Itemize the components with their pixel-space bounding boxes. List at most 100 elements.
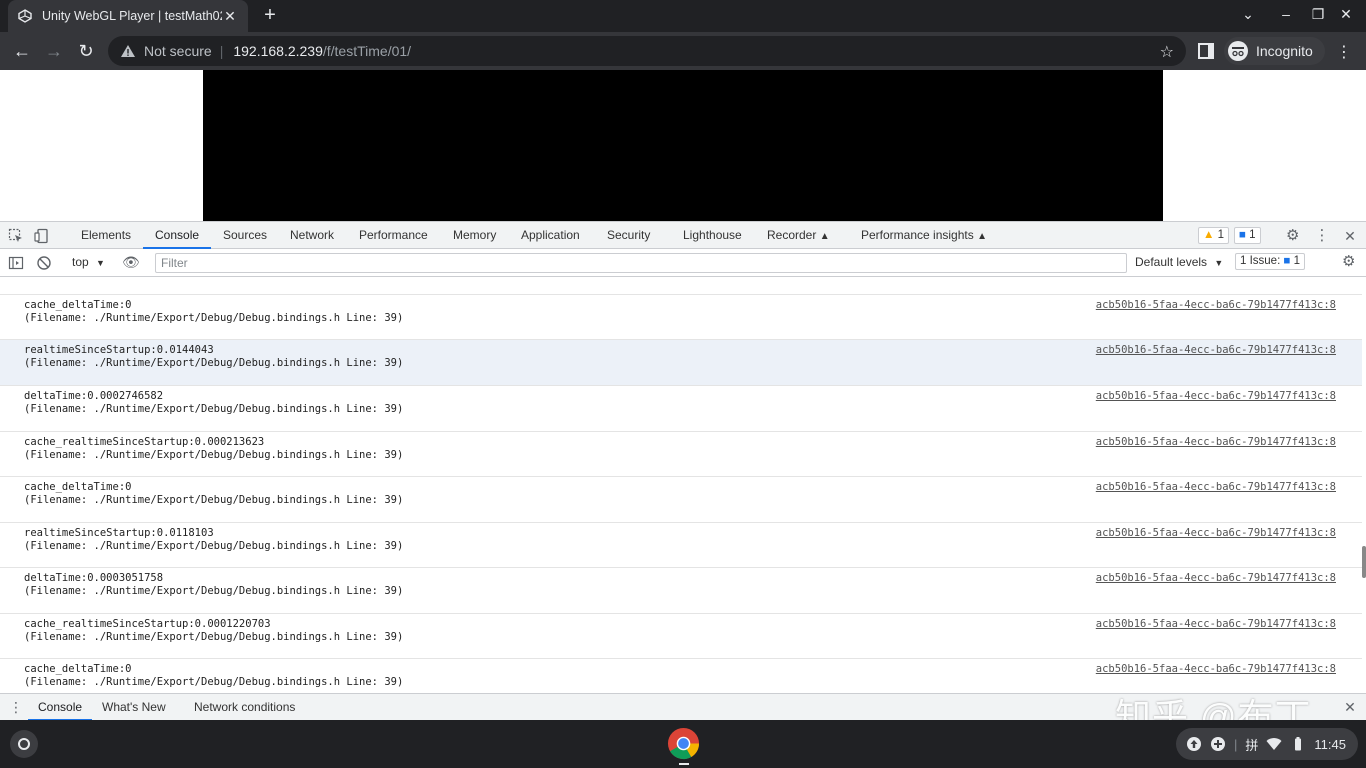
chrome-menu-icon[interactable]: ⋮: [1336, 42, 1352, 62]
message-count-badge[interactable]: ■ 1: [1234, 227, 1261, 244]
console-message[interactable]: deltaTime:0.0003051758 (Filename: ./Runt…: [0, 567, 1362, 613]
message-count: 1: [1249, 229, 1256, 241]
message-source-link[interactable]: acb50b16-5faa-4ecc-ba6c-79b1477f413c:8: [1096, 390, 1336, 402]
inspect-element-icon[interactable]: [8, 228, 24, 244]
message-icon: ■: [1239, 229, 1246, 241]
log-levels-dropdown[interactable]: Default levels ▼: [1135, 255, 1223, 269]
issues-count: 1: [1293, 255, 1301, 267]
console-message[interactable]: deltaTime:0.0002746582 (Filename: ./Runt…: [0, 385, 1362, 431]
message-source-link[interactable]: acb50b16-5faa-4ecc-ba6c-79b1477f413c:8: [1096, 436, 1336, 448]
back-arrow-icon[interactable]: ←: [12, 41, 32, 61]
profile-label: Incognito: [1256, 43, 1313, 59]
console-settings-gear-icon[interactable]: ⚙: [1342, 254, 1358, 270]
upload-arrow-icon: [1186, 736, 1202, 752]
message-source-link[interactable]: acb50b16-5faa-4ecc-ba6c-79b1477f413c:8: [1096, 618, 1336, 630]
url-host: 192.168.2.239: [233, 43, 323, 59]
tab-application[interactable]: Application: [521, 222, 580, 249]
message-text: cache_deltaTime:0: [24, 663, 132, 675]
devtools-menu-icon[interactable]: ⋮: [1314, 228, 1330, 244]
tab-console[interactable]: Console: [143, 222, 212, 249]
incognito-button[interactable]: Incognito: [1224, 37, 1325, 65]
message-detail: (Filename: ./Runtime/Export/Debug/Debug.…: [24, 312, 404, 324]
tab-lighthouse[interactable]: Lighthouse: [683, 222, 742, 249]
close-window-icon[interactable]: ✕: [1336, 6, 1356, 26]
settings-gear-icon[interactable]: ⚙: [1286, 228, 1302, 244]
input-method-indicator: 拼: [1245, 737, 1259, 753]
minimize-icon[interactable]: –: [1276, 6, 1296, 26]
warning-count-badge[interactable]: ▲ 1: [1198, 227, 1229, 244]
issues-button[interactable]: 1 Issue: ■ 1: [1235, 253, 1306, 270]
console-filter-input[interactable]: Filter: [155, 253, 1127, 273]
sidebar-toggle-icon[interactable]: [8, 255, 24, 271]
message-source-link[interactable]: acb50b16-5faa-4ecc-ba6c-79b1477f413c:8: [1096, 527, 1336, 539]
message-detail: (Filename: ./Runtime/Export/Debug/Debug.…: [24, 449, 404, 461]
console-message[interactable]: cache_deltaTime:0 (Filename: ./Runtime/E…: [0, 476, 1362, 522]
bookmark-star-icon[interactable]: ☆: [1160, 42, 1174, 62]
tab-performance-insights-label: Performance insights: [861, 228, 974, 242]
console-message[interactable]: realtimeSinceStartup:0.0118103 (Filename…: [0, 522, 1362, 568]
screen: Unity WebGL Player | testMath02 ✕ + ⌄ – …: [0, 0, 1366, 768]
issues-label: 1 Issue:: [1240, 255, 1281, 267]
side-panel-icon[interactable]: [1198, 43, 1214, 59]
message-detail: (Filename: ./Runtime/Export/Debug/Debug.…: [24, 357, 404, 369]
message-source-link[interactable]: acb50b16-5faa-4ecc-ba6c-79b1477f413c:8: [1096, 663, 1336, 675]
tab-network[interactable]: Network: [290, 222, 334, 249]
drawer-tab-network-conditions[interactable]: Network conditions: [194, 694, 295, 721]
log-levels-value: Default levels: [1135, 255, 1208, 269]
devtools-tabbar: Elements Console Sources Network Perform…: [0, 222, 1366, 249]
drawer-tab-whats-new[interactable]: What's New: [102, 694, 166, 721]
address-bar[interactable]: Not secure | 192.168.2.239 /f/testTime/0…: [108, 36, 1186, 66]
context-selector[interactable]: top ▼: [72, 255, 105, 269]
tab-elements[interactable]: Elements: [81, 222, 131, 249]
restore-icon[interactable]: ❐: [1308, 6, 1328, 26]
console-message[interactable]: cache_deltaTime:0 (Filename: ./Runtime/E…: [0, 294, 1362, 340]
new-tab-button[interactable]: +: [260, 5, 280, 26]
console-message[interactable]: cache_realtimeSinceStartup:0.0001220703 …: [0, 613, 1362, 659]
drawer-tab-console[interactable]: Console: [28, 694, 93, 721]
tab-search-icon[interactable]: ⌄: [1238, 6, 1258, 26]
message-text: deltaTime:0.0002746582: [24, 390, 164, 402]
message-text: cache_realtimeSinceStartup:0.0001220703: [24, 618, 271, 630]
tab-recorder[interactable]: Recorder ▲: [767, 222, 830, 249]
message-source-link[interactable]: acb50b16-5faa-4ecc-ba6c-79b1477f413c:8: [1096, 572, 1336, 584]
clear-console-icon[interactable]: [36, 255, 52, 271]
message-source-link[interactable]: acb50b16-5faa-4ecc-ba6c-79b1477f413c:8: [1096, 481, 1336, 493]
live-expression-eye-icon[interactable]: 👁: [122, 254, 140, 270]
url-path: /f/testTime/01/: [322, 43, 412, 59]
message-detail: (Filename: ./Runtime/Export/Debug/Debug.…: [24, 676, 404, 688]
experiment-flask-icon: ▲: [977, 231, 987, 242]
device-toolbar-icon[interactable]: [34, 228, 50, 244]
close-drawer-icon[interactable]: ✕: [1342, 699, 1358, 715]
security-label[interactable]: Not secure: [144, 43, 212, 59]
status-tray[interactable]: | 拼 11:45: [1176, 728, 1358, 760]
battery-icon: [1290, 736, 1306, 752]
add-circle-icon: [1210, 736, 1226, 752]
message-source-link[interactable]: acb50b16-5faa-4ecc-ba6c-79b1477f413c:8: [1096, 299, 1336, 311]
warning-triangle-icon[interactable]: [120, 43, 136, 59]
message-text: realtimeSinceStartup:0.0144043: [24, 344, 214, 356]
chrome-app-icon[interactable]: [667, 727, 700, 760]
message-detail: (Filename: ./Runtime/Export/Debug/Debug.…: [24, 585, 404, 597]
message-detail: (Filename: ./Runtime/Export/Debug/Debug.…: [24, 540, 404, 552]
browser-tab[interactable]: Unity WebGL Player | testMath02 ✕: [8, 0, 248, 32]
console-message[interactable]: cache_realtimeSinceStartup:0.000213623 (…: [0, 431, 1362, 477]
message-source-link[interactable]: acb50b16-5faa-4ecc-ba6c-79b1477f413c:8: [1096, 344, 1336, 356]
tab-security[interactable]: Security: [607, 222, 650, 249]
tab-memory[interactable]: Memory: [453, 222, 496, 249]
close-tab-icon[interactable]: ✕: [222, 8, 238, 24]
console-messages: cache_deltaTime:0 (Filename: ./Runtime/E…: [0, 278, 1362, 693]
console-scrollbar[interactable]: [1362, 546, 1366, 578]
tab-performance[interactable]: Performance: [359, 222, 428, 249]
experiment-flask-icon: ▲: [819, 231, 830, 242]
close-devtools-icon[interactable]: ✕: [1342, 228, 1358, 244]
console-message[interactable]: realtimeSinceStartup:0.0144043 (Filename…: [0, 339, 1362, 385]
tab-performance-insights[interactable]: Performance insights ▲: [861, 222, 987, 249]
forward-arrow-icon[interactable]: →: [44, 41, 64, 61]
tab-sources[interactable]: Sources: [223, 222, 267, 249]
reload-icon[interactable]: ↻: [76, 41, 96, 61]
drawer-menu-icon[interactable]: ⋮: [8, 699, 24, 715]
message-text: deltaTime:0.0003051758: [24, 572, 164, 584]
launcher-icon[interactable]: [10, 730, 38, 758]
message-text: cache_deltaTime:0: [24, 299, 132, 311]
unity-webgl-canvas[interactable]: [203, 70, 1163, 221]
